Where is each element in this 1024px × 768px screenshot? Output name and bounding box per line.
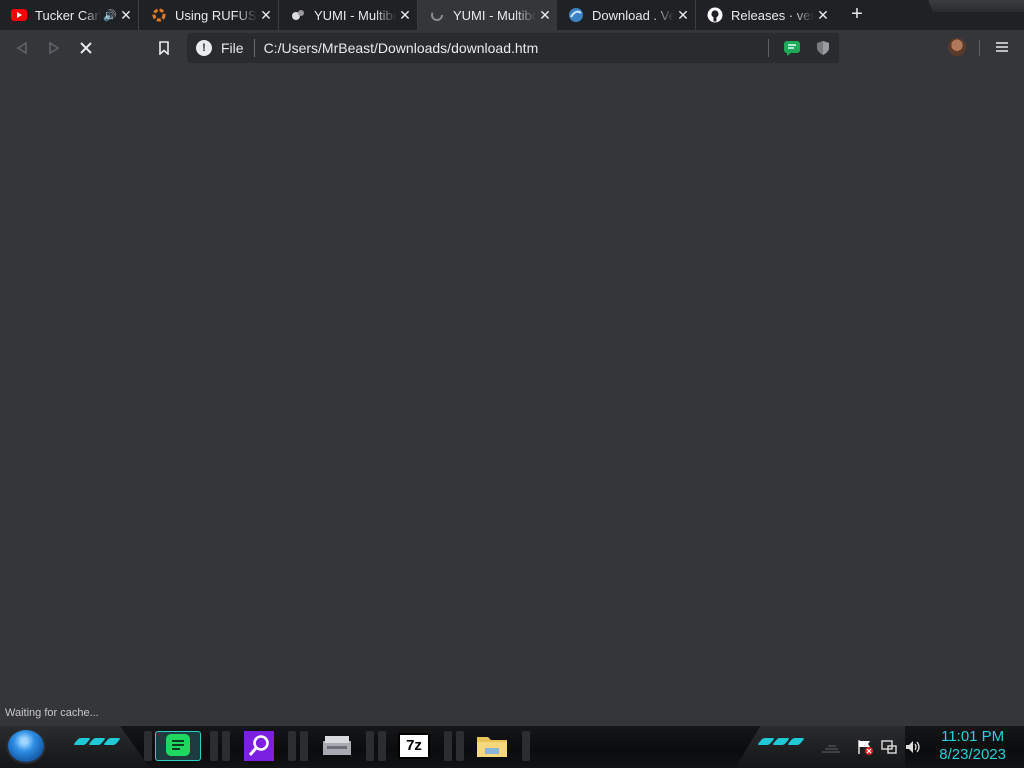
speaker-icon[interactable]: 🔊: [103, 9, 117, 22]
taskbar-separator: [222, 731, 230, 761]
taskbar-separator: [300, 731, 308, 761]
page-viewport[interactable]: [0, 66, 1024, 726]
tab-close-icon[interactable]: ✕: [814, 7, 832, 24]
tab-close-icon[interactable]: ✕: [257, 7, 275, 24]
url-text[interactable]: C:/Users/MrBeast/Downloads/download.htm: [264, 40, 539, 56]
tab-yumi[interactable]: YUMI - Multiboot ✕: [279, 0, 418, 30]
stop-button[interactable]: [74, 36, 98, 60]
taskbar-app-search[interactable]: [236, 731, 282, 761]
scheme-label: File: [221, 40, 244, 56]
shield-icon[interactable]: [815, 40, 831, 56]
tab-close-icon[interactable]: ✕: [674, 7, 692, 24]
tab-close-icon[interactable]: ✕: [536, 7, 554, 24]
tab-title: Using RUFUS on: [175, 7, 257, 23]
drive-icon: [323, 736, 351, 755]
tab-title: YUMI - Multiboot: [453, 7, 536, 23]
rufus-icon: [151, 7, 167, 23]
taskbar-app-explorer[interactable]: [469, 731, 515, 761]
taskbar-clock[interactable]: 11:01 PM 8/23/2023: [939, 728, 1006, 764]
clock-time: 11:01 PM: [941, 728, 1005, 745]
taskbar-separator: [210, 731, 218, 761]
new-tab-button[interactable]: +: [846, 4, 868, 26]
youtube-icon: [11, 7, 27, 23]
profile-avatar[interactable]: [948, 38, 966, 56]
taskbar-separator: [522, 731, 530, 761]
status-bubble: Waiting for cache...: [0, 705, 104, 721]
system-tray: [820, 738, 842, 756]
clock-date: 8/23/2023: [939, 746, 1006, 763]
omnibox-divider: [253, 39, 255, 57]
taskbar-separator: [456, 731, 464, 761]
taskbar-chevron-right: [757, 738, 805, 745]
window-frame-corner: [928, 0, 1024, 12]
chat-extension-icon[interactable]: [783, 40, 801, 56]
tab-close-icon[interactable]: ✕: [396, 7, 414, 24]
bookmark-button[interactable]: [152, 36, 176, 60]
yumi-icon: [290, 7, 306, 23]
taskbar-app-spotify[interactable]: [155, 731, 201, 761]
tab-close-icon[interactable]: ✕: [117, 7, 135, 24]
magnifier-icon: [244, 731, 274, 761]
tab-title: Download . Ventoy: [592, 7, 674, 23]
tab-title: Tucker Carlson: [35, 7, 102, 23]
folder-icon: [477, 737, 507, 757]
forward-arrow-icon: [49, 41, 60, 55]
tab-github[interactable]: Releases · ventoy ✕: [696, 0, 835, 30]
bookmark-icon: [159, 41, 169, 55]
close-icon: [80, 42, 92, 54]
browser-toolbar: ! File C:/Users/MrBeast/Downloads/downlo…: [0, 30, 1024, 66]
forward-button[interactable]: [42, 36, 66, 60]
taskbar-separator: [144, 731, 152, 761]
start-button[interactable]: [8, 730, 44, 762]
show-desktop-icon[interactable]: [820, 740, 842, 754]
tab-tucker[interactable]: Tucker Carlson 🔊 ✕: [0, 0, 139, 30]
action-center-flag-icon[interactable]: [856, 738, 874, 756]
github-icon: [707, 7, 723, 23]
volume-icon[interactable]: [904, 738, 922, 756]
back-arrow-icon: [16, 41, 27, 55]
address-bar[interactable]: ! File C:/Users/MrBeast/Downloads/downlo…: [187, 33, 839, 63]
taskbar-app-7zip[interactable]: 7z: [391, 731, 437, 761]
info-icon[interactable]: !: [196, 40, 212, 56]
tab-ventoy[interactable]: Download . Ventoy ✕: [557, 0, 696, 30]
browser-menu-button[interactable]: [992, 36, 1012, 58]
taskbar-separator: [378, 731, 386, 761]
7zip-icon: 7z: [398, 733, 430, 759]
taskbar-app-disk-utility[interactable]: [314, 731, 360, 761]
chat-app-icon: [166, 734, 190, 756]
ventoy-icon: [568, 7, 584, 23]
tab-strip: Tucker Carlson 🔊 ✕ Using RUFUS on ✕ YUMI…: [0, 0, 1024, 30]
hamburger-menu-icon: [996, 42, 1008, 52]
loading-icon: [429, 7, 445, 23]
tab-title: YUMI - Multiboot: [314, 7, 396, 23]
network-icon[interactable]: [880, 738, 898, 756]
back-button[interactable]: [10, 36, 34, 60]
tab-title: Releases · ventoy: [731, 7, 814, 23]
taskbar-separator: [444, 731, 452, 761]
extensions-divider: [768, 39, 769, 57]
taskbar-separator: [366, 731, 374, 761]
tab-rufus[interactable]: Using RUFUS on ✕: [140, 0, 279, 30]
toolbar-divider: [979, 40, 980, 56]
taskbar-separator: [288, 731, 296, 761]
tab-yumi-active[interactable]: YUMI - Multiboot ✕: [418, 0, 557, 30]
taskbar-chevron-left: [73, 738, 121, 745]
